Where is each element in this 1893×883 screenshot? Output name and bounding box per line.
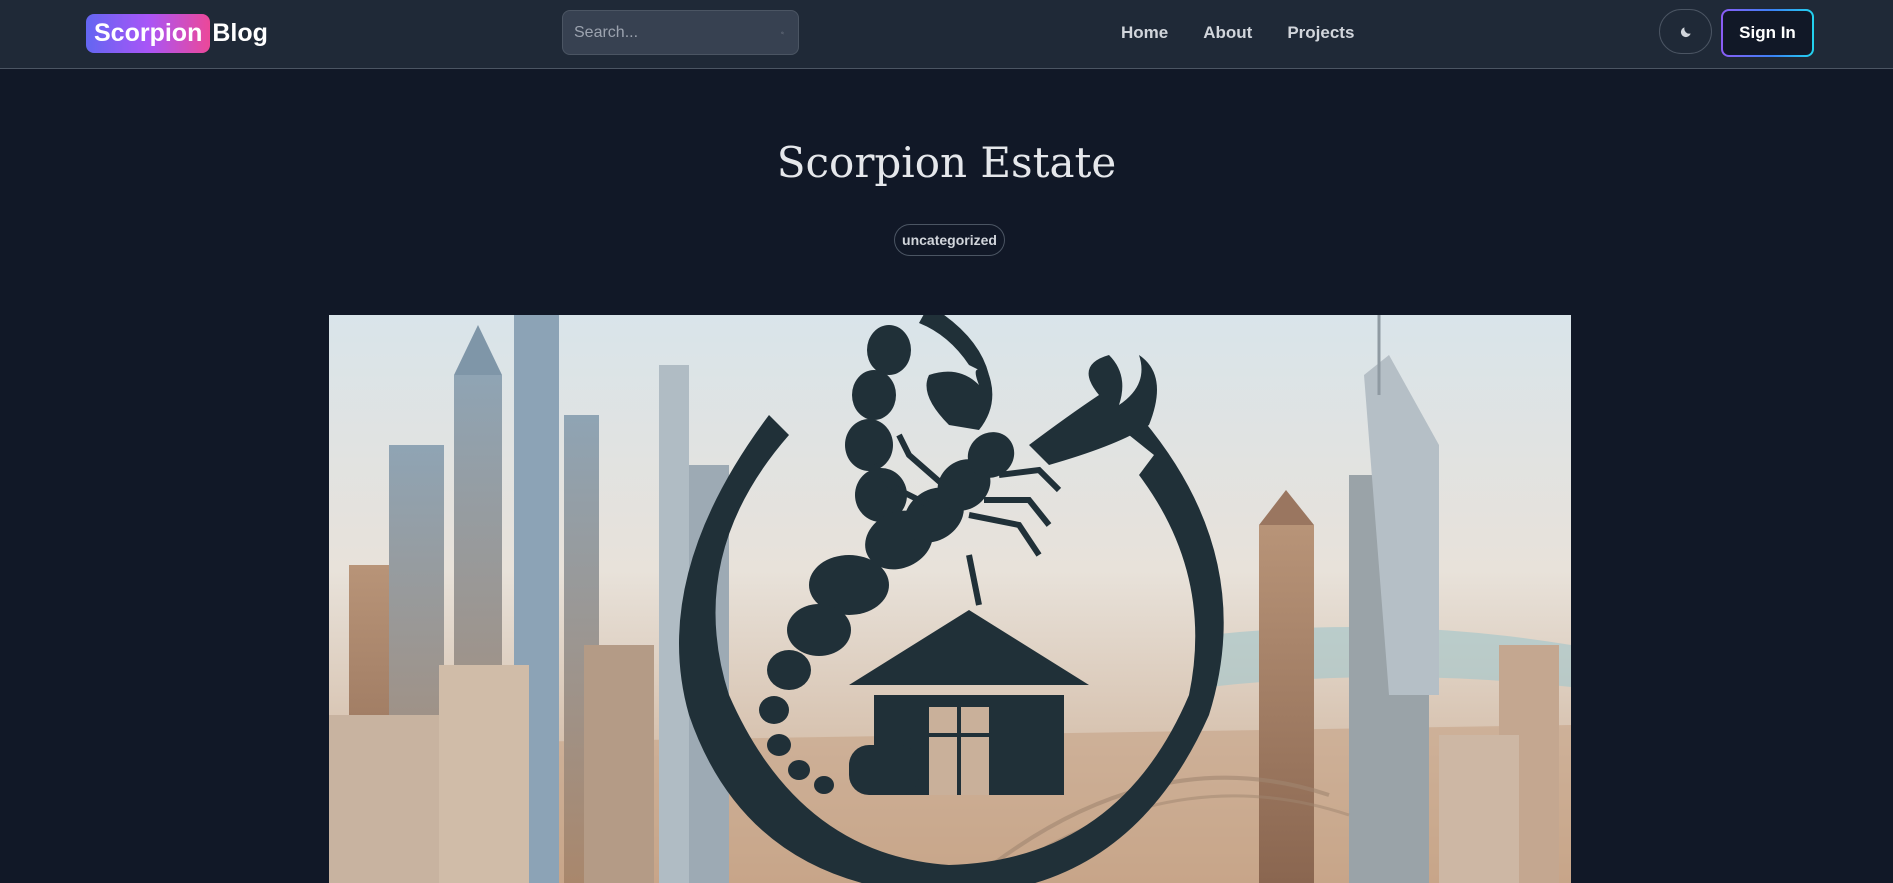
- nav-link-about[interactable]: About: [1203, 22, 1252, 44]
- search-icon[interactable]: [781, 22, 784, 44]
- search-box: [562, 10, 799, 55]
- brand-logo-link[interactable]: Scorpion Blog: [86, 13, 268, 53]
- post-title: Scorpion Estate: [776, 138, 1117, 187]
- sign-in-button[interactable]: Sign In: [1721, 9, 1814, 57]
- category-tag[interactable]: uncategorized: [894, 224, 1005, 256]
- hero-image: [329, 315, 1571, 883]
- nav-link-home[interactable]: Home: [1121, 22, 1168, 44]
- sign-in-label: Sign In: [1723, 11, 1812, 55]
- search-input[interactable]: [563, 23, 781, 42]
- theme-toggle-button[interactable]: [1659, 9, 1712, 54]
- brand-highlight: Scorpion: [86, 13, 211, 53]
- nav-link-projects[interactable]: Projects: [1287, 22, 1354, 44]
- main-nav: Home About Projects: [1121, 22, 1354, 44]
- moon-icon: [1680, 26, 1691, 37]
- navbar: Scorpion Blog Home About Projects Sign I…: [0, 0, 1893, 69]
- brand-text: Blog: [212, 18, 268, 47]
